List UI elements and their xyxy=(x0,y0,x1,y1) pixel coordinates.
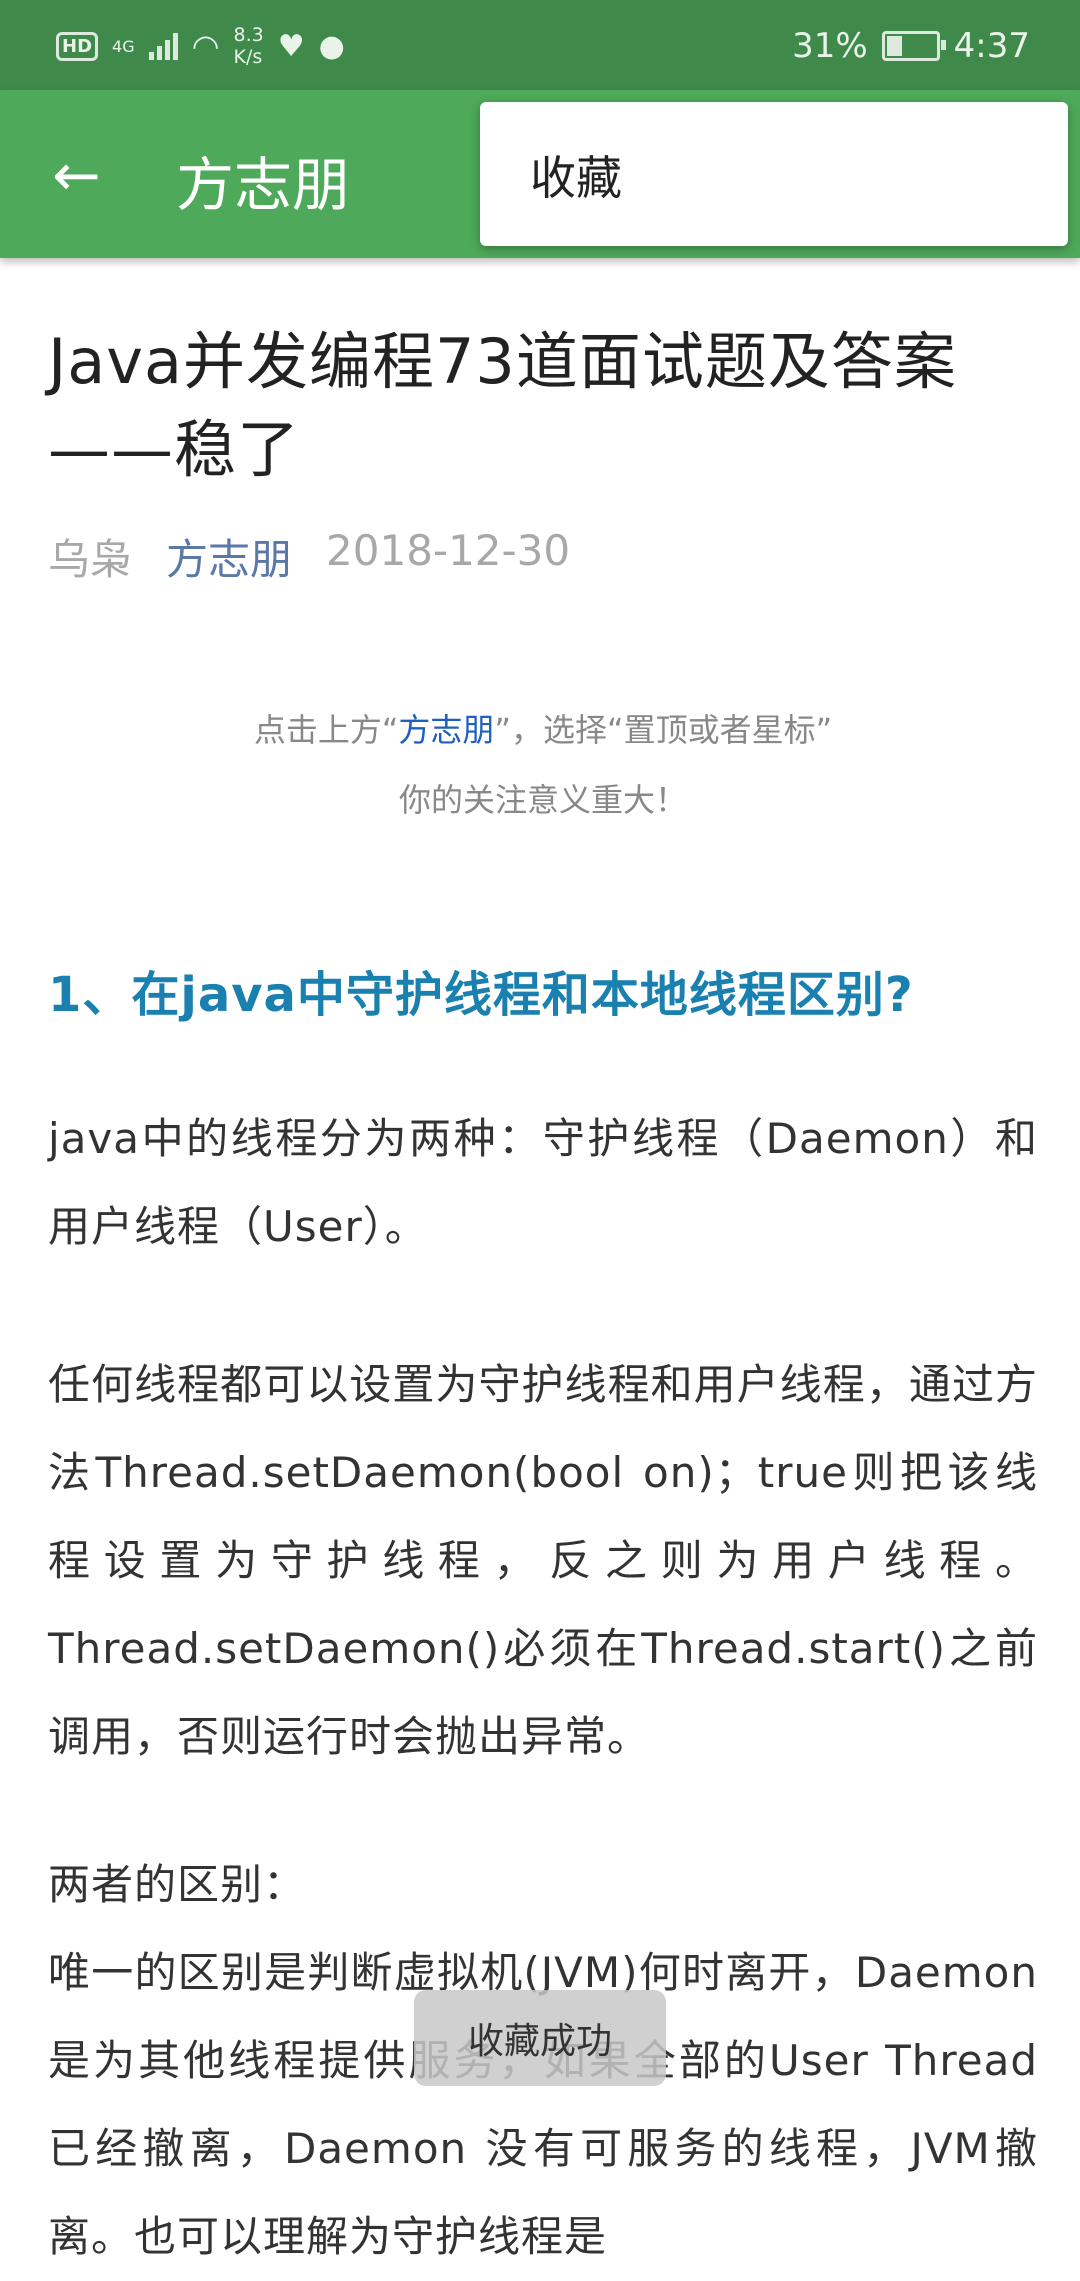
article-date: 2018-12-30 xyxy=(326,526,571,575)
section-heading: 1、在java中守护线程和本地线程区别? xyxy=(48,967,914,1023)
paragraph-2: 任何线程都可以设置为守护线程和用户线程，通过方法Thread.setDaemon… xyxy=(48,1360,1038,1761)
message-icon: ● xyxy=(318,28,345,64)
follow-notice: 点击上方“方志朋”，选择“置顶或者星标” 你的关注意义重大！ xyxy=(48,695,1038,835)
overflow-menu: 收藏 xyxy=(480,102,1068,246)
signal-icon xyxy=(148,32,178,60)
back-arrow-icon[interactable]: ← xyxy=(52,140,112,210)
status-right: 31% 4:37 xyxy=(792,18,1030,74)
article-author-link[interactable]: 方志朋 xyxy=(166,526,292,587)
notice-suffix: ”，选择“置顶或者星标” xyxy=(494,711,833,749)
toast-message: 收藏成功 xyxy=(414,1990,666,2086)
notice-author-link[interactable]: 方志朋 xyxy=(398,711,494,749)
speed-unit: K/s xyxy=(233,46,263,68)
speed-value: 8.3 xyxy=(233,24,264,46)
status-left: HD 4G ◠ 8.3 K/s ♥ ● xyxy=(56,18,345,74)
article-title: Java并发编程73道面试题及答案——稳了 xyxy=(48,325,957,486)
paragraph-3: 唯一的区别是判断虚拟机(JVM)何时离开，Daemon是为其他线程提供服务，如果… xyxy=(48,1948,1038,2261)
notice-line-1: 点击上方“方志朋”，选择“置顶或者星标” xyxy=(48,695,1038,765)
status-bar: HD 4G ◠ 8.3 K/s ♥ ● 31% 4:37 xyxy=(0,0,1080,90)
paragraph-3-label: 两者的区别： xyxy=(48,1860,307,1909)
paragraph-1: java中的线程分为两种：守护线程（Daemon）和用户线程（User）。 xyxy=(48,1114,1038,1251)
article-meta: 乌枭 方志朋 2018-12-30 xyxy=(48,526,1038,587)
wifi-icon: ◠ xyxy=(191,27,220,65)
article-content: Java并发编程73道面试题及答案——稳了 乌枭 方志朋 2018-12-30 … xyxy=(48,258,1038,2281)
network-speed: 8.3 K/s xyxy=(234,24,264,68)
app-bar-title: 方志朋 xyxy=(176,151,351,219)
notice-prefix: 点击上方“ xyxy=(253,711,399,749)
menu-item-favorite[interactable]: 收藏 xyxy=(530,142,622,208)
health-icon: ♥ xyxy=(277,28,305,64)
battery-percent: 31% xyxy=(792,26,868,66)
hd-icon: HD xyxy=(56,31,99,61)
article-source: 乌枭 xyxy=(48,535,133,584)
notice-line-2: 你的关注意义重大！ xyxy=(398,781,687,819)
clock: 4:37 xyxy=(953,26,1030,66)
network-type: 4G xyxy=(112,36,135,56)
battery-icon xyxy=(881,31,946,61)
